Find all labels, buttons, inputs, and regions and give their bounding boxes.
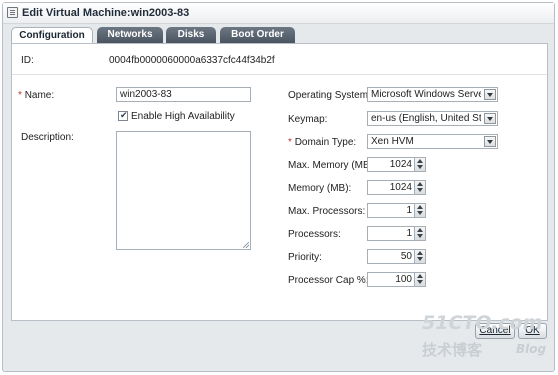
spinner-arrows[interactable] (414, 181, 425, 194)
chevron-down-icon[interactable] (484, 113, 496, 124)
dialog-title: Edit Virtual Machine:win2003-83 (22, 7, 190, 19)
arrow-up-icon[interactable] (417, 251, 423, 255)
processors-label: Processors: (288, 229, 341, 240)
arrow-down-icon[interactable] (417, 280, 423, 284)
domain-type-label-text: Domain Type: (294, 137, 357, 148)
required-mark: * (288, 137, 292, 148)
tab-configuration[interactable]: Configuration (11, 27, 93, 44)
tab-disks[interactable]: Disks (166, 27, 216, 43)
checkmark-icon: ✔ (120, 110, 128, 120)
id-label: ID: (21, 55, 34, 66)
window-icon (7, 7, 18, 18)
spinner-arrows[interactable] (414, 204, 425, 217)
configuration-panel: ID: 0004fb0000060000a6337cfc44f34b2f * N… (11, 43, 548, 321)
ha-label: Enable High Availability (131, 111, 235, 122)
arrow-down-icon[interactable] (417, 257, 423, 261)
priority-spinner[interactable]: 50 (367, 249, 426, 264)
max-processors-label: Max. Processors: (288, 206, 366, 217)
memory-value: 1024 (389, 182, 412, 193)
keymap-label: Keymap: (288, 114, 328, 125)
id-value: 0004fb0000060000a6337cfc44f34b2f (109, 55, 275, 66)
arrow-down-icon[interactable] (417, 234, 423, 238)
arrow-down-icon[interactable] (417, 211, 423, 215)
os-label: Operating System: (288, 90, 371, 101)
keymap-select[interactable]: en-us (English, United Sta (367, 111, 498, 126)
arrow-up-icon[interactable] (417, 228, 423, 232)
arrow-up-icon[interactable] (417, 182, 423, 186)
priority-label: Priority: (288, 252, 322, 263)
max-memory-spinner[interactable]: 1024 (367, 157, 426, 172)
arrow-up-icon[interactable] (417, 274, 423, 278)
processor-cap-label: Processor Cap %: (288, 275, 369, 286)
priority-value: 50 (400, 251, 412, 262)
watermark-logo: 51CTO.com 技术博客 Blog (420, 312, 555, 362)
spinner-arrows[interactable] (414, 250, 425, 263)
domain-type-select[interactable]: Xen HVM (367, 134, 498, 149)
memory-label: Memory (MB): (288, 183, 352, 194)
name-input[interactable]: win2003-83 (116, 87, 251, 102)
required-mark: * (18, 90, 22, 101)
max-memory-value: 1024 (389, 159, 412, 170)
chevron-down-icon[interactable] (484, 89, 496, 100)
processors-spinner[interactable]: 1 (367, 226, 426, 241)
memory-spinner[interactable]: 1024 (367, 180, 426, 195)
tab-boot-order[interactable]: Boot Order (220, 27, 295, 43)
arrow-up-icon[interactable] (417, 159, 423, 163)
domain-type-label: * Domain Type: (288, 137, 356, 148)
spinner-arrows[interactable] (414, 227, 425, 240)
ha-checkbox[interactable]: ✔ (118, 110, 128, 121)
os-select[interactable]: Microsoft Windows Server (367, 87, 498, 102)
spinner-arrows[interactable] (414, 158, 425, 171)
name-label: * Name: (18, 90, 54, 101)
resize-grip-icon[interactable] (243, 242, 249, 248)
description-textarea[interactable] (116, 131, 251, 250)
chevron-down-icon[interactable] (484, 136, 496, 147)
max-memory-label: Max. Memory (MB): (288, 160, 376, 171)
domain-type-value: Xen HVM (371, 136, 414, 147)
divider (12, 74, 547, 75)
arrow-down-icon[interactable] (417, 188, 423, 192)
tab-networks[interactable]: Networks (97, 27, 163, 43)
arrow-up-icon[interactable] (417, 205, 423, 209)
name-label-text: Name: (24, 90, 55, 101)
keymap-value: en-us (English, United Sta (371, 113, 481, 124)
spinner-arrows[interactable] (414, 273, 425, 286)
watermark-line1: 51CTO.com (422, 312, 543, 334)
max-processors-spinner[interactable]: 1 (367, 203, 426, 218)
watermark-line3: Blog (516, 342, 547, 356)
processor-cap-spinner[interactable]: 100 (367, 272, 426, 287)
processor-cap-value: 100 (395, 274, 412, 285)
dialog-titlebar: Edit Virtual Machine:win2003-83 (3, 3, 554, 24)
description-label: Description: (21, 132, 74, 143)
os-value: Microsoft Windows Server (371, 89, 481, 100)
processors-value: 1 (406, 228, 412, 239)
watermark-line2: 技术博客 (422, 341, 483, 359)
arrow-down-icon[interactable] (417, 165, 423, 169)
max-processors-value: 1 (406, 205, 412, 216)
